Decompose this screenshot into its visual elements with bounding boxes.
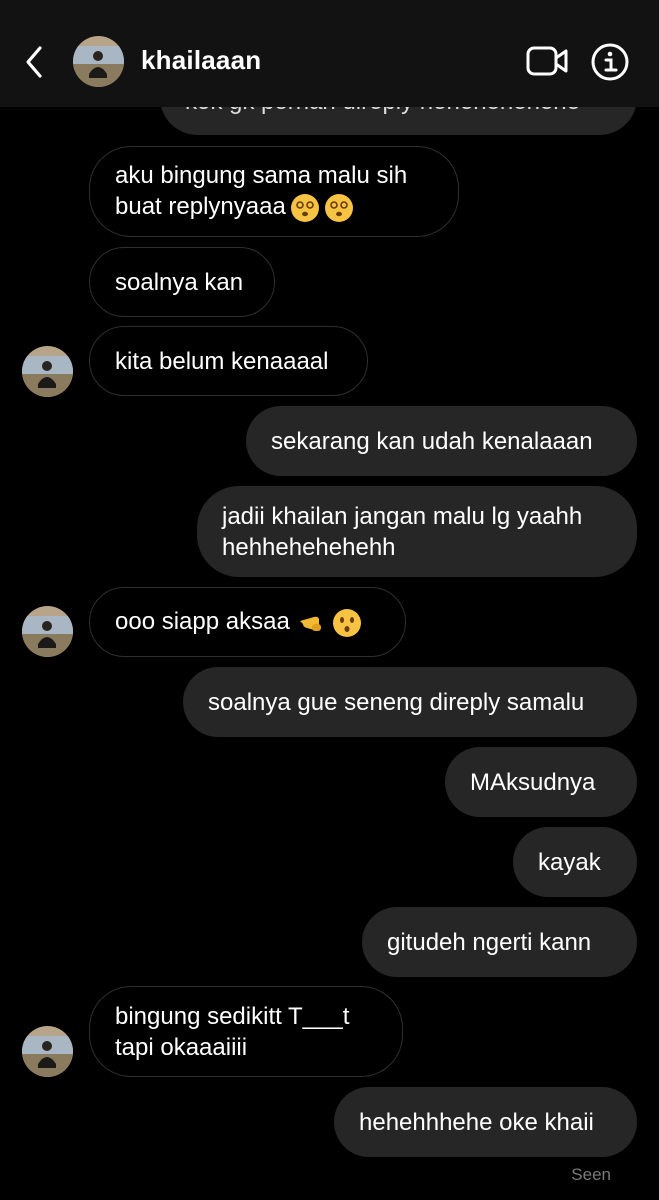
message-text: jadii khailan jangan malu lg yaahh hehhe… <box>222 502 583 561</box>
back-chevron-icon[interactable] <box>20 44 50 80</box>
message-text: soalnya kan <box>115 268 244 296</box>
contact-avatar[interactable] <box>22 1026 73 1077</box>
message-text: ooo siapp aksaa <box>115 606 362 638</box>
message-text: soalnya gue seneng direply samalu <box>208 688 585 716</box>
pointing-hand-emoji-icon <box>299 616 321 631</box>
avatar-photo-icon <box>22 346 73 397</box>
chat-header: khailaaan <box>0 0 659 107</box>
message-bubble-outgoing[interactable]: sekarang kan udah kenalaaan <box>246 406 637 476</box>
message-bubble-incoming[interactable]: bingung sedikitt T___t tapi okaaaiiii <box>89 986 403 1077</box>
dizzy-face-emoji-icon <box>290 193 319 222</box>
message-bubble-outgoing[interactable]: gitudeh ngerti kann <box>362 907 637 977</box>
message-bubble-incoming[interactable]: aku bingung sama malu sih buat replynyaa… <box>89 146 459 237</box>
message-bubble-outgoing[interactable]: MAksudnya <box>445 747 637 817</box>
seen-status: Seen <box>571 1165 611 1184</box>
avatar-photo-icon <box>73 36 124 87</box>
message-text: gitudeh ngerti kann <box>387 928 592 956</box>
message-text: hehehhhehe oke khaii <box>359 1108 594 1136</box>
message-bubble-incoming[interactable]: kita belum kenaaaal <box>89 326 368 396</box>
avatar-photo-icon <box>22 1026 73 1077</box>
avatar-photo-icon <box>22 606 73 657</box>
message-bubble-outgoing[interactable]: kayak <box>513 827 637 897</box>
message-bubble-incoming[interactable]: soalnya kan <box>89 247 275 317</box>
message-thread[interactable]: kok gk pernah direply hehehehehehe aku b… <box>0 0 659 1200</box>
contact-avatar[interactable] <box>22 346 73 397</box>
message-bubble-outgoing[interactable]: jadii khailan jangan malu lg yaahh hehhe… <box>197 486 637 577</box>
video-call-icon[interactable] <box>526 44 568 78</box>
message-text: bingung sedikitt T___t tapi okaaaiiii <box>115 1002 350 1061</box>
message-text: MAksudnya <box>470 768 596 796</box>
dizzy-face-emoji-icon <box>324 193 353 222</box>
contact-username[interactable]: khailaaan <box>141 45 261 76</box>
message-text: sekarang kan udah kenalaaan <box>271 427 593 455</box>
kissing-face-emoji-icon <box>332 608 361 637</box>
message-text: kayak <box>538 848 601 876</box>
info-icon[interactable] <box>590 42 630 82</box>
message-text: aku bingung sama malu sih buat replynyaa… <box>115 160 407 223</box>
contact-avatar[interactable] <box>22 606 73 657</box>
message-bubble-incoming[interactable]: ooo siapp aksaa <box>89 587 406 657</box>
message-bubble-outgoing[interactable]: hehehhhehe oke khaii <box>334 1087 637 1157</box>
message-bubble-outgoing[interactable]: soalnya gue seneng direply samalu <box>183 667 637 737</box>
message-text: kita belum kenaaaal <box>115 347 329 375</box>
contact-avatar[interactable] <box>73 36 124 87</box>
